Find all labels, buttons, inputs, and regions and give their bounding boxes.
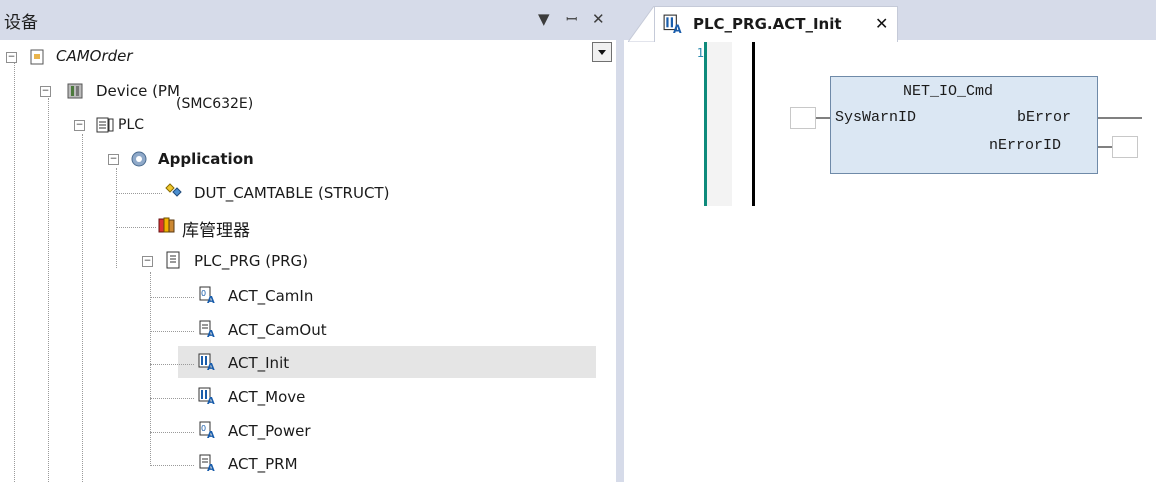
tree-item-act-camin[interactable]: ACT_CamIn [228,287,313,305]
panel-menu-dropdown-icon[interactable]: ▼ [538,10,550,28]
tree-line [150,398,194,399]
tab-plc-prg-act-init[interactable]: A PLC_PRG.ACT_Init ✕ [654,6,898,42]
action-icon: A [198,387,215,405]
tree-dropdown-button[interactable] [592,42,612,62]
collapse-toggle[interactable]: − [6,52,17,63]
library-manager-icon [158,217,175,233]
tree-line [48,98,49,482]
tree-line [82,134,83,482]
collapse-toggle[interactable]: − [142,256,153,267]
action-icon: A [663,14,682,34]
gear-icon [131,151,147,167]
panel-splitter[interactable] [616,0,624,482]
tree-line [150,331,194,332]
tree-line [150,364,194,365]
plc-icon [96,117,114,133]
collapse-toggle[interactable]: − [74,120,85,131]
tree-line [14,62,15,482]
pin-icon[interactable]: ꟷ [566,10,577,29]
tab-label: PLC_PRG.ACT_Init [693,15,842,33]
collapse-toggle[interactable]: − [40,86,51,97]
action-icon: 0A [199,421,215,439]
block-input-syswarnid: SysWarnID [835,109,917,126]
tree-item-dut-camtable[interactable]: DUT_CAMTABLE (STRUCT) [194,184,389,202]
action-icon: A [199,320,215,338]
tab-close-icon[interactable]: ✕ [875,14,888,33]
function-block-net-io-cmd[interactable]: NET_IO_Cmd SysWarnID bError nErrorID [830,76,1098,174]
svg-text:A: A [207,396,215,405]
tree-item-act-move[interactable]: ACT_Move [228,388,305,406]
device-icon [67,83,83,99]
tree-line [116,227,156,228]
block-output-nerrorid: nErrorID [989,137,1062,154]
struct-icon [165,183,182,197]
svg-text:A: A [207,463,215,472]
block-name: NET_IO_Cmd [903,83,994,100]
tree-line [150,272,151,464]
svg-text:A: A [207,295,215,304]
tree-line [150,465,194,466]
tree-item-library-manager[interactable]: 库管理器 [182,216,250,241]
tree-item-device[interactable]: Device (PM [96,82,180,100]
tree-item-act-init[interactable]: ACT_Init [228,354,289,372]
devices-panel: 设备 ▼ ꟷ ✕ − CAMOrder − Device (PM (SMC632… [0,0,616,482]
svg-text:A: A [207,362,215,371]
svg-text:A: A [207,430,215,439]
action-icon: A [198,353,215,371]
tree-line [116,168,117,268]
svg-text:0: 0 [201,289,206,298]
output-pin-field[interactable] [1112,136,1138,158]
svg-text:A: A [207,329,215,338]
tree-item-device-model: (SMC632E) [176,96,254,112]
tree-item-camorder[interactable]: CAMOrder [56,47,133,65]
program-icon [166,251,180,269]
project-icon [30,49,44,65]
svg-text:A: A [673,23,682,34]
tree-item-act-prm[interactable]: ACT_PRM [228,455,298,473]
tree-item-plc-prg[interactable]: PLC_PRG (PRG) [194,252,308,270]
tree-item-plc[interactable]: PLC [118,117,144,133]
tree-item-application[interactable]: Application [158,150,254,168]
collapse-toggle[interactable]: − [108,154,119,165]
block-output-berror: bError [1017,109,1072,126]
action-icon: A [199,454,215,472]
action-icon: 0A [199,286,215,304]
panel-close-icon[interactable]: ✕ [592,10,605,28]
tree-item-act-camout[interactable]: ACT_CamOut [228,321,327,339]
panel-title: 设备 [4,13,38,33]
tree-item-act-power[interactable]: ACT_Power [228,422,311,440]
tree-line [150,432,194,433]
line-number: 1 [696,46,704,60]
input-pin-field[interactable] [790,107,816,129]
panel-header: 设备 ▼ ꟷ ✕ [0,0,616,40]
editor-gutter [704,42,755,206]
tree-line [150,297,194,298]
tree-line [116,193,162,194]
svg-text:0: 0 [201,424,206,433]
